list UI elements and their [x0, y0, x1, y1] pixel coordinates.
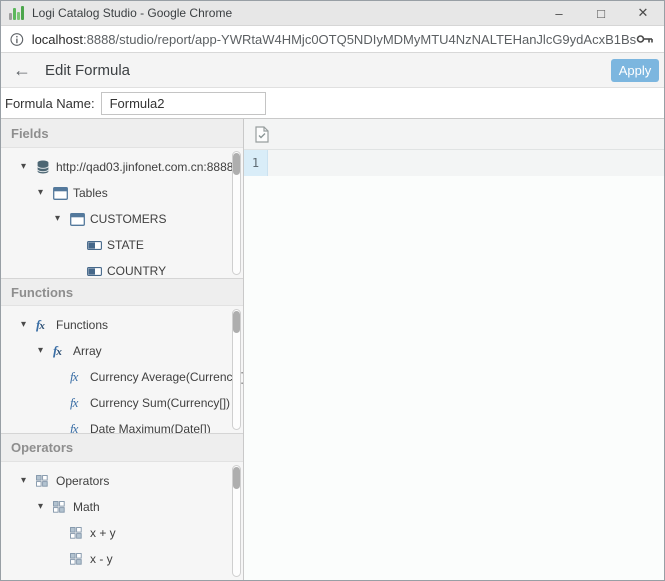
tree-item-label: CUSTOMERS: [90, 212, 167, 226]
tree-item-label: STATE: [107, 238, 144, 252]
url-host: localhost: [31, 31, 83, 47]
tree-item-math[interactable]: ▾ Math: [1, 494, 243, 520]
formula-name-label: Formula Name:: [5, 95, 95, 111]
field-icon: [87, 240, 102, 250]
operators-panel-title: Operators: [11, 440, 74, 455]
functions-panel-title: Functions: [11, 284, 74, 300]
close-button[interactable]: ✕: [622, 1, 664, 25]
tree-item-label: x - y: [90, 552, 113, 566]
operator-grid-icon: [70, 553, 82, 565]
left-panel: Fields ▾ http://qad03.jinfonet.com.cn:888…: [1, 119, 244, 580]
editor-body[interactable]: 1: [244, 150, 664, 580]
editor-line-content[interactable]: [268, 150, 664, 176]
editor-toolbar: [244, 119, 664, 150]
address-url[interactable]: localhost:8888/studio/report/app-YWRtaW4…: [32, 32, 636, 47]
tree-item-http-qad03-jinfonet-com-cn-8888[interactable]: ▾ http://qad03.jinfonet.com.cn:8888: [1, 154, 243, 180]
line-number-gutter: 1: [244, 150, 268, 176]
tree-item-currency-average-currency[interactable]: fx Currency Average(Currency[]): [1, 364, 243, 390]
apply-button[interactable]: Apply: [611, 58, 659, 82]
maximize-button[interactable]: □: [580, 1, 622, 25]
fields-scrollbar-thumb[interactable]: [233, 153, 240, 175]
tree-item-label: Tables: [73, 186, 108, 200]
tree-item-country[interactable]: COUNTRY: [1, 258, 243, 278]
url-bar[interactable]: localhost:8888/studio/report/app-YWRtaW4…: [1, 26, 664, 53]
expand-collapse-icon[interactable]: ▾: [38, 346, 53, 356]
formula-name-row: Formula Name:: [1, 88, 664, 119]
function-icon: fx: [70, 395, 78, 410]
table-icon: [53, 186, 68, 200]
functions-scrollbar-thumb[interactable]: [233, 311, 240, 333]
operators-panel-header: Operators: [1, 433, 243, 462]
operator-grid-icon: [36, 475, 48, 487]
operator-grid-icon: [70, 527, 82, 539]
url-path: :8888/studio/report/app-YWRtaW4HMjc0OTQ5…: [83, 31, 636, 47]
expand-collapse-icon[interactable]: ▾: [21, 162, 36, 172]
tree-item-x-y[interactable]: x - y: [1, 546, 243, 572]
expand-collapse-icon[interactable]: ▾: [55, 214, 70, 224]
expand-collapse-icon[interactable]: ▾: [38, 502, 53, 512]
validate-formula-button[interactable]: [252, 123, 272, 145]
functions-scrollbar[interactable]: [232, 309, 241, 430]
tree-item-label: Array: [73, 344, 102, 358]
editor-active-line: 1: [244, 150, 664, 176]
functions-folder-icon: fx: [36, 317, 45, 332]
tree-item-customers[interactable]: ▾ CUSTOMERS: [1, 206, 243, 232]
expand-collapse-icon[interactable]: ▾: [21, 320, 36, 330]
tree-item-label: Operators: [56, 474, 110, 488]
tree-item-date-maximum-date[interactable]: fx Date Maximum(Date[]): [1, 416, 243, 433]
tree-item-label: x + y: [90, 526, 116, 540]
functions-folder-icon: fx: [53, 343, 62, 358]
window-titlebar: Logi Catalog Studio - Google Chrome – □ …: [1, 1, 664, 26]
key-icon[interactable]: [636, 33, 654, 45]
fields-panel-title: Fields: [11, 125, 49, 141]
app-chart-icon: [9, 6, 24, 20]
operator-grid-icon: [53, 501, 65, 513]
minimize-button[interactable]: –: [538, 1, 580, 25]
tree-item-functions[interactable]: ▾ fx Functions: [1, 312, 243, 338]
fields-scrollbar[interactable]: [232, 151, 241, 275]
back-arrow-icon[interactable]: ←: [13, 61, 31, 79]
fields-panel-header: Fields: [1, 119, 243, 148]
formula-name-input[interactable]: [100, 91, 266, 115]
page-info-icon[interactable]: [10, 32, 24, 47]
operators-scrollbar[interactable]: [232, 465, 241, 577]
page-header: ← Edit Formula Apply: [1, 53, 664, 88]
browser-window: Logi Catalog Studio - Google Chrome – □ …: [0, 0, 665, 581]
tree-item-tables[interactable]: ▾ Tables: [1, 180, 243, 206]
tree-item-array[interactable]: ▾ fx Array: [1, 338, 243, 364]
window-title: Logi Catalog Studio - Google Chrome: [32, 6, 233, 20]
tree-item-label: Math: [73, 500, 100, 514]
field-icon: [87, 266, 102, 276]
expand-collapse-icon[interactable]: ▾: [21, 476, 36, 486]
formula-editor: 1: [244, 119, 664, 580]
validate-formula-icon: [255, 125, 269, 143]
tree-item-x-y[interactable]: x + y: [1, 520, 243, 546]
function-icon: fx: [70, 369, 78, 384]
tree-item-currency-sum-currency[interactable]: fx Currency Sum(Currency[]): [1, 390, 243, 416]
fields-tree: ▾ http://qad03.jinfonet.com.cn:8888 ▾ Table…: [1, 148, 243, 278]
tree-item-state[interactable]: STATE: [1, 232, 243, 258]
operators-tree: ▾ Operators ▾ Math x + y x - y: [1, 462, 243, 580]
tree-item-label: Currency Sum(Currency[]): [90, 396, 231, 410]
page-title: Edit Formula: [45, 61, 131, 79]
functions-tree: ▾ fx Functions ▾ fx Array fx Currency Average(C…: [1, 306, 243, 433]
expand-collapse-icon[interactable]: ▾: [38, 188, 53, 198]
database-icon: [37, 160, 49, 174]
table-icon: [70, 212, 85, 226]
tree-item-label: http://qad03.jinfonet.com.cn:8888: [56, 160, 234, 174]
tree-item-label: Functions: [56, 318, 109, 332]
operators-scrollbar-thumb[interactable]: [233, 467, 240, 489]
tree-item-operators[interactable]: ▾ Operators: [1, 468, 243, 494]
tree-item-label: COUNTRY: [107, 264, 167, 278]
functions-panel-header: Functions: [1, 278, 243, 306]
tree-item-label: Date Maximum(Date[]): [90, 422, 211, 433]
tree-item-label: Currency Average(Currency[]): [90, 370, 243, 384]
function-icon: fx: [70, 421, 78, 433]
